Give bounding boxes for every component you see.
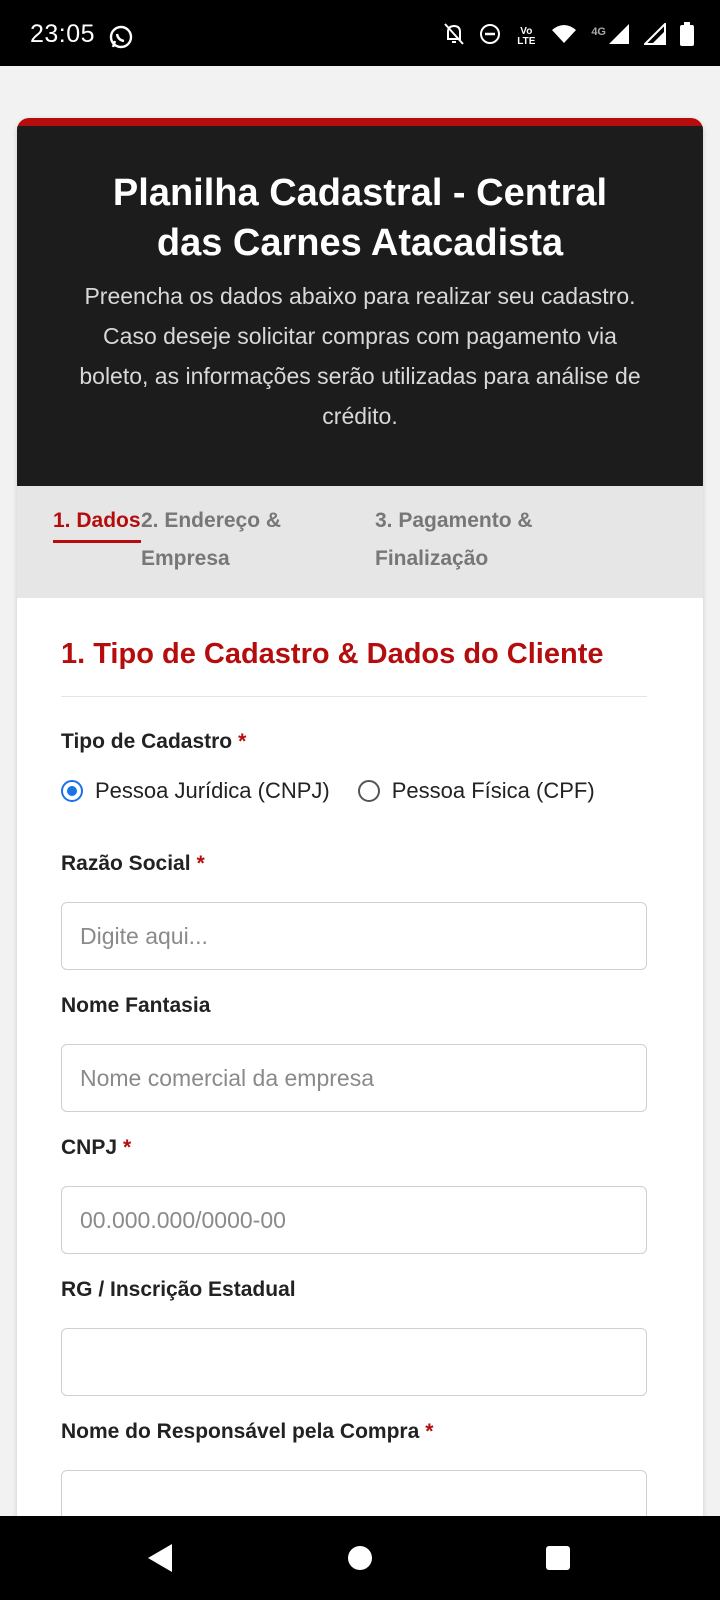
cnpj-label: CNPJ * [61,1136,131,1160]
required-mark: * [238,730,247,753]
tipo-cadastro-label-text: Tipo de Cadastro [61,730,233,753]
radio-pessoa-fisica[interactable] [357,780,380,802]
wifi-icon [551,24,577,49]
responsavel-label-text: Nome do Responsável pela Compra [61,1420,420,1443]
responsavel-label: Nome do Responsável pela Compra * [61,1420,433,1444]
tipo-cadastro-options: Pessoa Jurídica (CNPJ) Pessoa Física (CP… [61,778,595,804]
whatsapp-icon [108,24,134,55]
nome-fantasia-input[interactable] [61,1044,647,1112]
required-mark: * [425,1420,434,1443]
status-time: 23:05 [30,20,96,48]
required-mark: * [196,852,205,875]
signal-icon [608,23,630,50]
required-mark: * [123,1136,132,1159]
rg-ie-input[interactable] [61,1328,647,1396]
back-icon[interactable] [148,1544,172,1572]
page-description: Preencha os dados abaixo para realizar s… [79,283,641,429]
cnpj-input[interactable] [61,1186,647,1254]
form-card: Planilha Cadastral - Central das Carnes … [17,118,703,1516]
step-tabs: 1. Dados 2. Endereço & Empresa 3. Pagame… [17,486,703,598]
responsavel-input[interactable] [61,1470,647,1516]
rg-ie-label: RG / Inscrição Estadual [61,1278,296,1301]
cnpj-label-text: CNPJ [61,1136,118,1159]
section-divider [61,696,647,697]
form-header: Planilha Cadastral - Central das Carnes … [17,126,703,486]
battery-icon [680,22,694,51]
signal-icon [642,21,666,50]
dnd-icon [479,23,501,50]
tipo-cadastro-label: Tipo de Cadastro * [61,730,246,754]
status-icons: Vo LTE 4G [443,21,694,51]
tab-step-endereco[interactable]: 2. Endereço & Empresa [141,502,341,578]
razao-social-label: Razão Social * [61,852,205,876]
volte-icon: Vo LTE [517,25,536,47]
network-type: 4G [591,25,606,38]
nome-fantasia-label: Nome Fantasia [61,994,211,1017]
page-title: Planilha Cadastral - Central das Carnes … [112,172,608,264]
bell-off-icon [443,22,465,51]
tab-step-pagamento[interactable]: 3. Pagamento & Finalização [375,502,595,578]
tab-step-dados[interactable]: 1. Dados [53,502,141,543]
razao-social-label-text: Razão Social [61,852,191,875]
status-bar: 23:05 Vo LTE 4G [0,0,720,66]
razao-social-input[interactable] [61,902,647,970]
radio-pessoa-juridica-label[interactable]: Pessoa Jurídica (CNPJ) [95,778,330,804]
recent-apps-icon[interactable] [546,1546,570,1570]
home-icon[interactable] [348,1546,372,1570]
radio-pessoa-fisica-label[interactable]: Pessoa Física (CPF) [392,778,595,804]
section-title: 1. Tipo de Cadastro & Dados do Cliente [61,638,604,670]
radio-pessoa-juridica[interactable] [61,780,83,802]
page-content: Planilha Cadastral - Central das Carnes … [0,66,720,1516]
system-nav-bar [0,1516,720,1600]
